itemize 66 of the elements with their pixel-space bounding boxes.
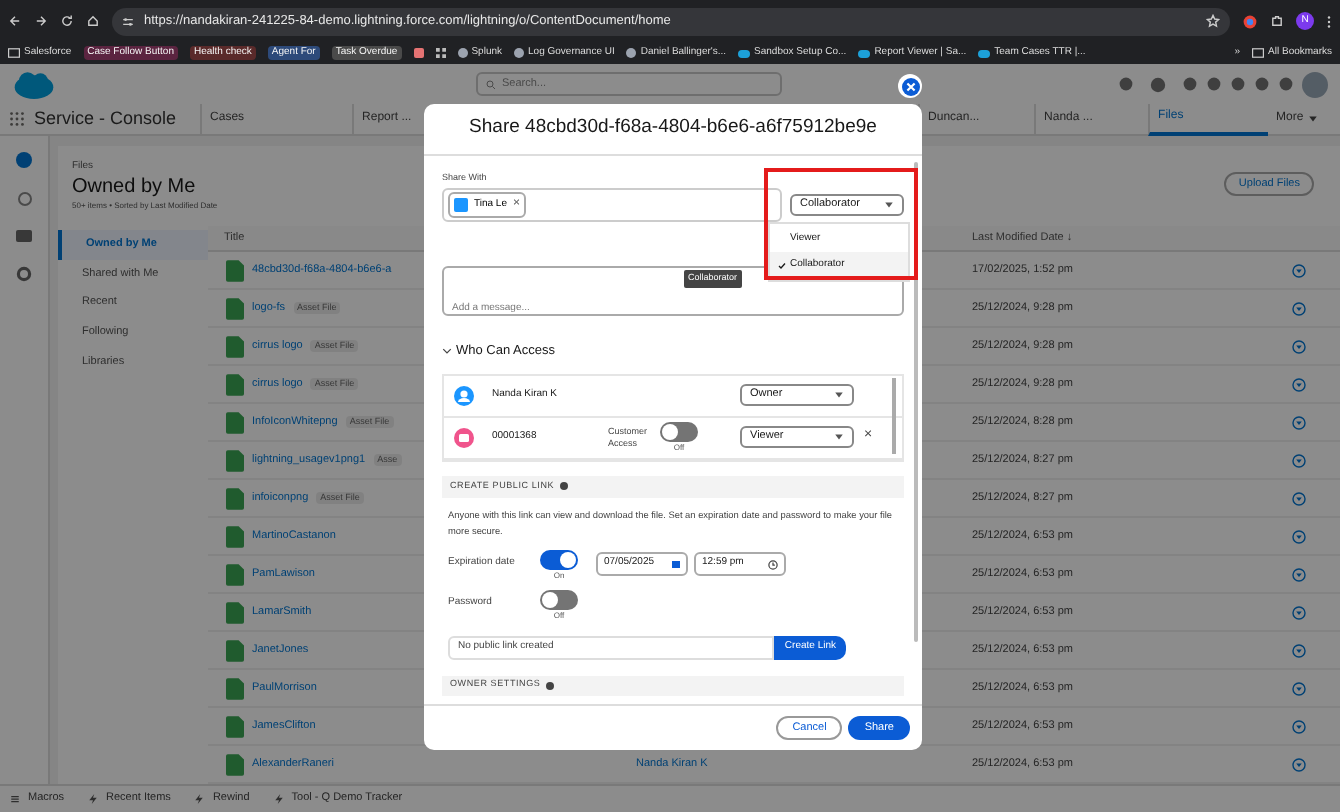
file-icon bbox=[226, 563, 244, 585]
file-icon bbox=[226, 411, 244, 433]
utility-icon[interactable] bbox=[16, 152, 32, 168]
avatar[interactable] bbox=[1302, 71, 1328, 97]
file-icon bbox=[226, 335, 244, 357]
row-menu-icon[interactable] bbox=[1292, 339, 1306, 353]
cloud-logo bbox=[12, 69, 56, 99]
file-icon bbox=[226, 677, 244, 699]
row-menu-icon[interactable] bbox=[1292, 453, 1306, 467]
calendar-icon[interactable] bbox=[672, 560, 680, 568]
reload-icon[interactable] bbox=[60, 14, 74, 28]
file-icon bbox=[226, 639, 244, 661]
caret-icon bbox=[834, 390, 844, 400]
row-menu-icon[interactable] bbox=[1292, 605, 1306, 619]
caret-icon bbox=[834, 432, 844, 442]
forward-icon[interactable] bbox=[34, 14, 48, 28]
tune-icon[interactable] bbox=[122, 15, 134, 27]
check-icon bbox=[778, 261, 786, 269]
caret-icon bbox=[1307, 114, 1318, 124]
bolt-icon bbox=[194, 794, 205, 804]
toggle-switch[interactable] bbox=[660, 422, 698, 442]
row-menu-icon[interactable] bbox=[1292, 681, 1306, 695]
file-icon bbox=[226, 601, 244, 623]
puzzle-icon[interactable] bbox=[1270, 14, 1284, 28]
extension-icon[interactable] bbox=[1242, 13, 1258, 29]
square-icon[interactable] bbox=[413, 48, 424, 58]
row-menu-icon[interactable] bbox=[1292, 415, 1306, 429]
list-icon bbox=[10, 794, 20, 804]
clock-icon[interactable] bbox=[768, 559, 778, 569]
page-title: Owned by Me bbox=[72, 175, 198, 200]
row-menu-icon[interactable] bbox=[1292, 301, 1306, 315]
app-launcher-icon[interactable] bbox=[10, 112, 24, 126]
toggle-switch[interactable] bbox=[540, 589, 578, 609]
file-icon bbox=[226, 525, 244, 547]
bolt-icon bbox=[88, 794, 99, 804]
file-icon bbox=[226, 449, 244, 471]
user-icon bbox=[454, 197, 468, 212]
row-menu-icon[interactable] bbox=[1292, 529, 1306, 543]
bolt-icon bbox=[273, 794, 284, 804]
folder-icon bbox=[8, 48, 20, 58]
toggle-switch[interactable] bbox=[540, 549, 578, 569]
row-menu-icon[interactable] bbox=[1292, 567, 1306, 581]
chevron-icon bbox=[442, 346, 452, 357]
app-name: Service - Console bbox=[34, 105, 177, 132]
record-avatar-icon bbox=[454, 427, 474, 447]
search-icon bbox=[486, 79, 496, 89]
row-menu-icon[interactable] bbox=[1292, 491, 1306, 505]
file-icon bbox=[226, 715, 244, 737]
home-icon[interactable] bbox=[86, 14, 100, 28]
row-menu-icon[interactable] bbox=[1292, 719, 1306, 733]
file-icon bbox=[226, 259, 244, 281]
file-icon bbox=[226, 373, 244, 395]
file-icon bbox=[226, 297, 244, 319]
row-menu-icon[interactable] bbox=[1292, 377, 1306, 391]
back-icon[interactable] bbox=[8, 14, 22, 28]
row-menu-icon[interactable] bbox=[1292, 263, 1306, 277]
dialog-title: Share 48cbd30d-f68a-4804-b6e6-a6f75912be9e bbox=[469, 114, 877, 143]
file-icon bbox=[226, 753, 244, 775]
row-menu-icon[interactable] bbox=[1292, 757, 1306, 771]
more-icon[interactable] bbox=[1326, 13, 1332, 29]
folder-icon bbox=[1252, 48, 1265, 58]
caret-icon bbox=[884, 199, 894, 210]
user-avatar-icon bbox=[454, 385, 474, 405]
file-icon bbox=[226, 487, 244, 509]
row-menu-icon[interactable] bbox=[1292, 643, 1306, 657]
grid-icon[interactable] bbox=[435, 48, 446, 58]
